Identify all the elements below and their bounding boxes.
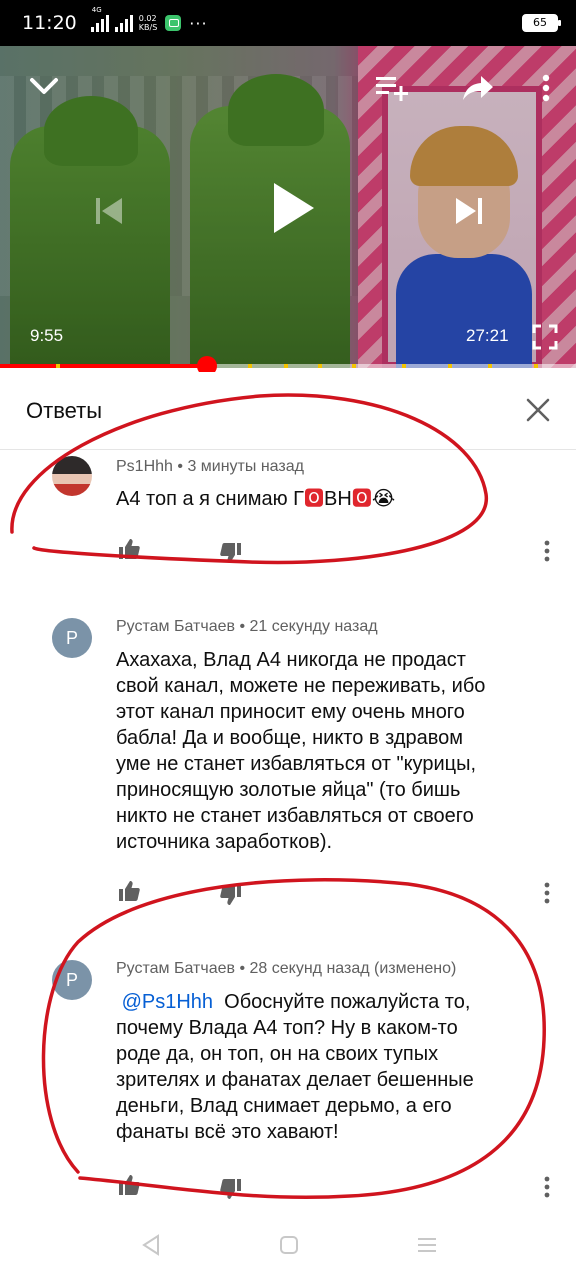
close-icon[interactable] [520,392,556,428]
battery-icon: 65 [522,14,561,32]
add-to-queue-icon[interactable] [372,68,412,108]
ad-marker [284,364,288,368]
network-speed-unit: KB/S [138,23,158,32]
comment-line: этот канал приносит ему очень много [116,701,465,723]
skip-previous-icon[interactable] [84,186,134,236]
dislike-icon[interactable] [216,538,246,568]
comment-author[interactable]: Рустам Батчаев [116,618,235,635]
comment-line: свой канал, можете не переживать, ибо [116,675,486,697]
comment-meta: Рустам Батчаев • 28 секунд назад (измене… [116,960,456,978]
more-vert-icon[interactable] [538,1172,556,1202]
comment-line: зрителях и фанатах делает бешенные [116,1069,474,1091]
comment-line: Ахахаха, Влад А4 никогда не продаст [116,649,466,671]
ad-marker [56,364,60,368]
dislike-icon[interactable] [216,1174,246,1204]
replies-header: Ответы [0,372,576,450]
comment-meta: Рустам Батчаев • 21 секунду назад [116,618,378,636]
mention-link[interactable]: @Ps1Hhh [122,991,213,1013]
comment-text: Ахахаха, Влад А4 никогда не продаст свой… [116,647,536,855]
fullscreen-icon[interactable] [530,322,560,352]
comment-line: бабла! Да и вообще, никто в здравом [116,727,464,749]
system-navigation-bar [0,1210,576,1280]
avatar[interactable] [52,456,92,496]
back-icon[interactable] [136,1230,166,1260]
emoji-o: 🅾 [304,488,325,510]
comment-text: А4 топ а я снимаю Г🅾ВН🅾😭 [116,486,536,512]
comment-line: уме не станет избавляться от "курицы, [116,753,477,775]
meta-separator: • [177,458,183,475]
like-icon[interactable] [114,534,144,564]
comment-line: роде да, он топ, он на своих тупых [116,1043,439,1065]
dislike-icon[interactable] [216,880,246,910]
meta-separator: • [239,960,246,977]
progress-played [0,364,208,368]
ad-marker [534,364,538,368]
comment-time: 21 секунду назад [249,618,378,635]
comment-time: 28 секунд назад (изменено) [249,960,457,977]
skip-next-icon[interactable] [444,186,494,236]
emoji-crying: 😭 [371,488,396,510]
more-vert-icon[interactable] [538,878,556,908]
ad-marker [248,364,252,368]
comment-meta: Ps1Hhh • 3 минуты назад [116,458,304,476]
ad-marker [352,364,356,368]
comment-time: 3 минуты назад [187,458,304,475]
comment-text: @Ps1Hhh Обоснуйте пожалуйста то, почему … [116,989,536,1145]
status-bar: 11:20 4G 0.02 KB/S ··· 65 [0,0,576,46]
current-time: 9:55 [30,326,64,345]
comment-author[interactable]: Ps1Hhh [116,458,173,475]
more-notifications-icon: ··· [189,13,208,33]
play-icon[interactable] [258,168,328,248]
comment-line: почему Влада А4 топ? Ну в каком-то [116,1017,458,1039]
ad-marker [402,364,406,368]
more-vert-icon[interactable] [526,68,566,108]
comment-line: фанаты всё это хавают! [116,1121,339,1143]
ad-marker [488,364,492,368]
signal-icon-2 [114,14,133,32]
home-icon[interactable] [274,1230,304,1260]
comment-author[interactable]: Рустам Батчаев [116,960,235,977]
network-type-label: 4G [91,6,102,14]
avatar[interactable]: Р [52,960,92,1000]
replies-title: Ответы [26,398,103,423]
emoji-o: 🅾 [351,488,372,510]
ad-marker [318,364,322,368]
comment-text-part: ВН [324,488,352,510]
comment-text-part: А4 топ а я снимаю Г [116,488,305,510]
comment-line: никто не станет избавляться от своего [116,805,474,827]
message-notification-icon [165,15,182,31]
status-time: 11:20 [22,12,77,34]
comment-line: @Ps1Hhh Обоснуйте пожалуйста то, [116,989,536,1015]
comment-line: деньги, Влад снимает дерьмо, а его [116,1095,452,1117]
comment-line: источника заработков). [116,831,333,853]
comment-line: приносящую золотые яйца" (то бишь [116,779,461,801]
more-vert-icon[interactable] [538,536,556,566]
total-time: 27:21 [466,326,509,345]
signal-icon: 4G [90,6,109,32]
meta-separator: • [239,618,246,635]
share-icon[interactable] [458,68,498,108]
recents-icon[interactable] [412,1230,442,1260]
avatar[interactable]: Р [52,618,92,658]
network-speed: 0.02 KB/S [139,14,158,32]
like-icon[interactable] [114,1170,144,1200]
chevron-down-icon[interactable] [24,66,64,106]
video-progress-bar[interactable] [0,356,576,376]
ad-marker [448,364,452,368]
comment-line-text: Обоснуйте пожалуйста то, [224,991,471,1013]
network-speed-value: 0.02 [138,14,157,23]
like-icon[interactable] [114,876,144,906]
video-player[interactable]: 9:55 27:21 [0,46,576,368]
